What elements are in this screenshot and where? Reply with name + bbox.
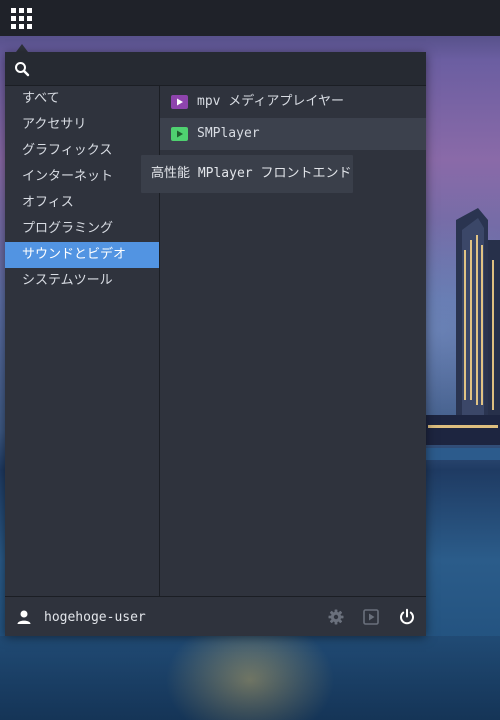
app-item-mpv[interactable]: mpv メディアプレイヤー	[160, 86, 426, 118]
apps-menu-button[interactable]	[0, 0, 42, 36]
app-item-smplayer[interactable]: SMPlayer	[160, 118, 426, 150]
category-accessories[interactable]: アクセサリ	[5, 112, 159, 138]
category-system-tools[interactable]: システムツール	[5, 268, 159, 294]
wallpaper-city-skyline	[426, 208, 500, 460]
search-input[interactable]	[39, 57, 423, 81]
mpv-icon	[171, 95, 188, 109]
search-icon	[15, 62, 30, 77]
app-label: SMPlayer	[197, 126, 260, 141]
app-tooltip: 高性能 MPlayer フロントエンド	[141, 155, 353, 193]
category-list: すべて アクセサリ グラフィックス インターネット オフィス プログラミング サ…	[5, 86, 160, 596]
user-icon	[17, 610, 31, 624]
menu-pointer-arrow	[16, 44, 28, 52]
app-label: mpv メディアプレイヤー	[197, 94, 345, 109]
power-icon[interactable]	[398, 608, 416, 626]
menu-footer: hogehoge-user	[5, 596, 426, 636]
media-icon[interactable]	[362, 608, 380, 626]
category-graphics[interactable]: グラフィックス	[5, 138, 159, 164]
settings-icon[interactable]	[327, 608, 345, 626]
smplayer-icon	[171, 127, 188, 141]
top-panel	[0, 0, 500, 36]
category-sound-and-video[interactable]: サウンドとビデオ	[5, 242, 159, 268]
category-all[interactable]: すべて	[5, 86, 159, 112]
category-internet[interactable]: インターネット	[5, 164, 159, 190]
app-grid-icon	[10, 7, 32, 29]
username-label[interactable]: hogehoge-user	[44, 597, 146, 636]
wallpaper-water	[0, 636, 500, 720]
search-bar	[5, 52, 426, 86]
category-programming[interactable]: プログラミング	[5, 216, 159, 242]
application-menu: すべて アクセサリ グラフィックス インターネット オフィス プログラミング サ…	[5, 52, 426, 636]
category-office[interactable]: オフィス	[5, 190, 159, 216]
